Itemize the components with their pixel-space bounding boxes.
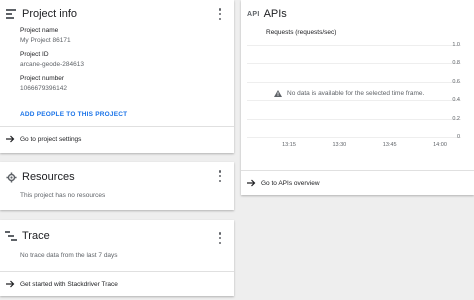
project-name-value: My Project 86171 (20, 37, 71, 44)
trace-card: Trace No trace data from the last 7 days… (0, 220, 234, 296)
y-tick-label: 1.0 (452, 42, 460, 48)
arrow-right-icon (247, 179, 257, 187)
project-number-value: 1066679396142 (20, 85, 67, 92)
grid-line (247, 137, 461, 138)
no-data-message: No data is available for the selected ti… (274, 90, 424, 97)
resources-header: Resources (0, 163, 234, 191)
project-id-value: arcane-geode-284613 (20, 61, 84, 68)
apis-overview-label: Go to APIs overview (261, 179, 320, 187)
grid-line (247, 100, 461, 102)
resources-card: Resources This project has no resources (0, 162, 234, 210)
trace-title: Trace (22, 230, 50, 242)
arrow-right-icon (6, 135, 16, 143)
project-info-card: Project info Project name My Project 861… (0, 0, 234, 153)
trace-more-icon[interactable] (216, 232, 224, 244)
trace-header: Trace (0, 222, 234, 250)
y-tick-label: 0.6 (452, 78, 460, 85)
grid-line (247, 45, 461, 46)
trace-empty-message: No trace data from the last 7 days (20, 252, 118, 259)
apis-header: API APIs (241, 0, 474, 28)
project-settings-link[interactable]: Go to project settings (0, 128, 234, 150)
y-tick-label: 0.8 (452, 60, 460, 67)
project-info-title: Project info (22, 8, 78, 20)
divider (241, 170, 474, 171)
apis-title: APIs (263, 8, 287, 20)
resources-title: Resources (22, 171, 75, 183)
project-number-label: Project number (20, 75, 65, 82)
grid-line (247, 81, 461, 83)
y-tick-label: 0.2 (452, 115, 460, 122)
x-tick-label: 13:15 (282, 142, 296, 148)
stackdriver-trace-label: Get started with Stackdriver Trace (20, 280, 118, 288)
divider (0, 126, 234, 127)
resources-more-icon[interactable] (216, 170, 224, 182)
trace-icon (4, 229, 18, 243)
project-info-more-icon[interactable] (216, 8, 224, 20)
apis-card: API APIs Requests (requests/sec) No data… (241, 0, 474, 195)
chart-title: Requests (requests/sec) (266, 29, 337, 36)
project-id-label: Project ID (20, 51, 49, 58)
y-tick-label: 0.4 (452, 97, 460, 104)
resources-empty-message: This project has no resources (20, 192, 106, 199)
add-people-link[interactable]: ADD PEOPLE TO THIS PROJECT (20, 111, 127, 118)
stackdriver-trace-link[interactable]: Get started with Stackdriver Trace (0, 273, 234, 295)
project-settings-label: Go to project settings (20, 135, 82, 143)
no-data-text: No data is available for the selected ti… (287, 90, 425, 97)
x-tick-label: 13:30 (332, 142, 347, 148)
api-icon: API (247, 10, 260, 18)
project-info-header: Project info (0, 0, 234, 28)
resources-icon (4, 170, 18, 184)
grid-line (247, 63, 461, 65)
x-tick-label: 13:45 (382, 142, 397, 148)
y-tick-label: 0 (456, 134, 460, 140)
divider (0, 271, 234, 272)
grid-line (247, 118, 461, 120)
project-name-label: Project name (20, 27, 59, 34)
x-tick-label: 14:00 (433, 142, 447, 148)
project-info-icon (4, 7, 18, 21)
warning-icon (274, 90, 282, 97)
apis-overview-link[interactable]: Go to APIs overview (241, 172, 474, 194)
arrow-right-icon (6, 280, 16, 288)
